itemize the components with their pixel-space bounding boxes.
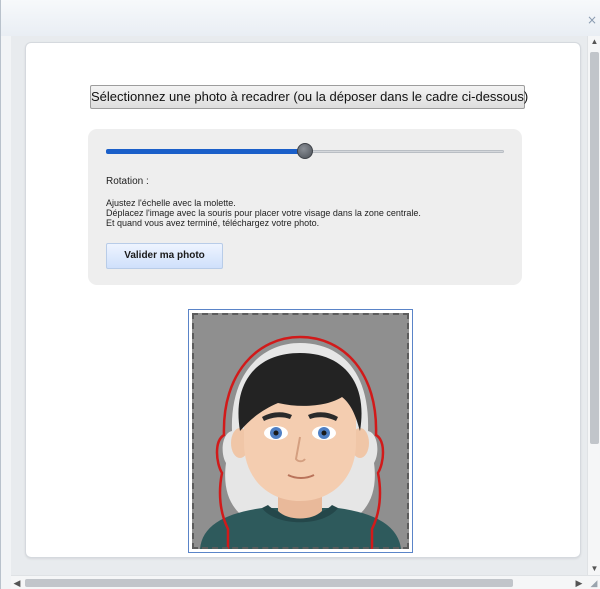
resize-grip-icon[interactable]: ◢	[588, 577, 600, 589]
chevron-left-icon[interactable]: ◀	[11, 576, 23, 589]
horizontal-scrollbar[interactable]: ◀ ▶	[11, 575, 600, 589]
photo-preview[interactable]	[192, 313, 409, 549]
horizontal-scroll-thumb[interactable]	[25, 579, 513, 587]
instruction-line: Déplacez l'image avec la souris pour pla…	[106, 208, 421, 218]
validate-photo-button[interactable]: Valider ma photo	[106, 243, 223, 269]
photo-crop-area[interactable]	[188, 309, 413, 553]
instruction-line: Et quand vous avez terminé, téléchargez …	[106, 218, 320, 228]
photo-crop-dialog: × Sélectionnez une photo à recadrer (ou …	[0, 0, 600, 589]
avatar-photo	[200, 335, 401, 549]
dialog-content: Sélectionnez une photo à recadrer (ou la…	[11, 36, 588, 575]
adjust-panel: Rotation : Ajustez l'échelle avec la mol…	[88, 129, 522, 285]
close-icon[interactable]: ×	[586, 14, 598, 26]
crop-card: Sélectionnez une photo à recadrer (ou la…	[25, 42, 581, 558]
dialog-titlebar: ×	[1, 0, 600, 36]
select-photo-button[interactable]: Sélectionnez une photo à recadrer (ou la…	[90, 85, 528, 109]
zoom-slider-fill	[106, 149, 305, 154]
rotation-label: Rotation :	[106, 176, 149, 187]
chevron-right-icon[interactable]: ▶	[573, 576, 585, 589]
vertical-scroll-thumb[interactable]	[590, 52, 599, 444]
instruction-line: Ajustez l'échelle avec la molette.	[106, 198, 236, 208]
instructions: Ajustez l'échelle avec la molette. Dépla…	[106, 198, 516, 228]
chevron-down-icon[interactable]: ▼	[588, 563, 600, 575]
vertical-scrollbar[interactable]: ▲ ▼	[587, 36, 600, 575]
chevron-up-icon[interactable]: ▲	[588, 36, 600, 48]
zoom-slider-thumb[interactable]	[297, 143, 313, 159]
